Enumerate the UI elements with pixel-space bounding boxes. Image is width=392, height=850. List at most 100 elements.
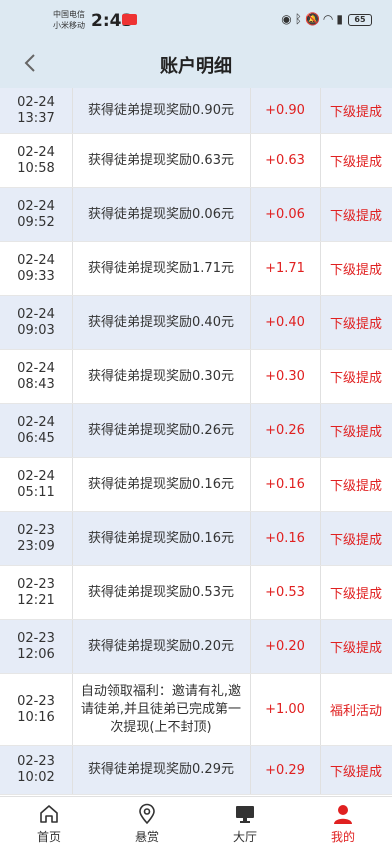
record-amount: +0.06 [265,207,305,222]
record-type: 下级提成 [329,155,382,170]
bottom-tab-bar: 首页 悬赏 大厅 我的 [0,796,392,850]
record-time: 12:21 [17,592,55,608]
record-description: 获得徒弟提现奖励0.26元 [88,422,234,438]
record-time: 09:52 [17,214,55,230]
record-description: 自动领取福利：邀请有礼,邀请徒弟,并且徒弟已完成第一次提现(上不封顶) [80,683,242,735]
record-date: 02-24 [17,198,55,214]
record-amount: +0.29 [265,762,305,778]
record-row: 02-24 09:03 获得徒弟提现奖励0.40元 +0.40 下级提成 [0,296,392,350]
battery-icon: 65 [348,14,372,26]
record-amount: +0.53 [265,585,305,600]
record-time: 08:43 [17,376,55,392]
carrier-1: 中国电信 [53,10,85,19]
tab-mine[interactable]: 我的 [294,797,392,850]
record-datetime: 02-24 08:43 [0,350,72,403]
record-type: 下级提成 [329,533,382,548]
record-time: 10:16 [17,709,55,725]
status-bar: 中国电信 小米移动 2:43 ◉ᛒ🔕◠▮ 65 [0,0,392,38]
record-date: 02-24 [17,252,55,268]
record-date: 02-23 [17,693,55,709]
record-type: 下级提成 [329,263,382,278]
record-date: 02-23 [17,522,55,538]
record-time: 23:09 [17,538,55,554]
record-time: 09:03 [17,322,55,338]
record-description: 获得徒弟提现奖励0.06元 [88,206,234,222]
record-description: 获得徒弟提现奖励0.40元 [88,314,234,330]
record-datetime: 02-24 09:03 [0,296,72,349]
record-datetime: 02-24 09:33 [0,242,72,295]
record-date: 02-23 [17,754,55,769]
user-icon [334,805,352,824]
record-row: 02-24 09:52 获得徒弟提现奖励0.06元 +0.06 下级提成 [0,188,392,242]
record-row: 02-24 06:45 获得徒弟提现奖励0.26元 +0.26 下级提成 [0,404,392,458]
record-date: 02-24 [17,414,55,430]
record-time: 05:11 [17,484,55,500]
tab-bounty-label: 悬赏 [134,830,159,844]
record-date: 02-24 [17,306,55,322]
home-icon [40,805,58,823]
tab-hall-label: 大厅 [232,830,257,844]
record-date: 02-23 [17,576,55,592]
record-amount: +1.71 [265,261,305,276]
record-amount: +0.90 [265,103,305,118]
record-row: 02-24 05:11 获得徒弟提现奖励0.16元 +0.16 下级提成 [0,458,392,512]
record-datetime: 02-23 23:09 [0,512,72,565]
record-type: 下级提成 [329,105,382,120]
record-type: 下级提成 [329,641,382,656]
location-pin-icon [139,803,155,825]
record-description: 获得徒弟提现奖励0.53元 [88,584,234,600]
record-row: 02-23 23:09 获得徒弟提现奖励0.16元 +0.16 下级提成 [0,512,392,566]
tab-home-label: 首页 [36,830,61,844]
record-date: 02-24 [17,144,55,160]
record-row: 02-23 10:02 获得徒弟提现奖励0.29元 +0.29 下级提成 [0,746,392,795]
eye-icon: ◉ [281,12,295,26]
record-datetime: 02-23 10:02 [0,746,72,794]
carrier-2: 小米移动 [53,21,85,30]
record-description: 获得徒弟提现奖励0.29元 [88,762,234,777]
record-description: 获得徒弟提现奖励0.63元 [88,152,234,168]
record-time: 13:37 [17,110,55,126]
record-datetime: 02-23 12:06 [0,620,72,673]
record-time: 06:45 [17,430,55,446]
record-type: 下级提成 [329,209,382,224]
tab-home[interactable]: 首页 [0,797,98,850]
record-date: 02-24 [17,468,55,484]
record-date: 02-24 [17,94,55,110]
record-row: 02-24 13:37 获得徒弟提现奖励0.90元 +0.90 下级提成 [0,88,392,134]
record-row: 02-23 10:16 自动领取福利：邀请有礼,邀请徒弟,并且徒弟已完成第一次提现(… [0,674,392,746]
account-records-list[interactable]: 02-24 13:37 获得徒弟提现奖励0.90元 +0.90 下级提成 02-24 10:… [0,88,392,796]
record-description: 获得徒弟提现奖励0.20元 [88,638,234,654]
record-datetime: 02-24 05:11 [0,458,72,511]
signal-icon: ▮ [336,12,346,26]
record-amount: +0.20 [265,639,305,654]
record-description: 获得徒弟提现奖励0.16元 [88,476,234,492]
record-amount: +0.40 [265,315,305,330]
record-time: 10:58 [17,160,55,176]
record-description: 获得徒弟提现奖励0.90元 [88,102,234,118]
record-description: 获得徒弟提现奖励1.71元 [88,260,234,276]
record-datetime: 02-24 09:52 [0,188,72,241]
record-amount: +0.16 [265,531,305,546]
record-time: 12:06 [17,646,55,662]
record-amount: +0.26 [265,423,305,438]
tab-hall[interactable]: 大厅 [196,797,294,850]
record-row: 02-23 12:06 获得徒弟提现奖励0.20元 +0.20 下级提成 [0,620,392,674]
record-row: 02-24 08:43 获得徒弟提现奖励0.30元 +0.30 下级提成 [0,350,392,404]
record-datetime: 02-23 12:21 [0,566,72,619]
record-time: 10:02 [17,770,55,785]
record-type: 下级提成 [329,587,382,602]
record-datetime: 02-24 13:37 [0,88,72,133]
notification-badge-icon [122,14,137,25]
tab-bounty[interactable]: 悬赏 [98,797,196,850]
record-description: 获得徒弟提现奖励0.16元 [88,530,234,546]
record-date: 02-23 [17,630,55,646]
bluetooth-icon: ᛒ [294,12,305,26]
record-type: 下级提成 [329,425,382,440]
record-amount: +0.16 [265,477,305,492]
record-description: 获得徒弟提现奖励0.30元 [88,368,234,384]
monitor-icon [236,806,254,823]
record-amount: +0.63 [265,153,305,168]
app-header: 账户明细 [0,38,392,88]
record-type: 下级提成 [329,371,382,386]
page-title: 账户明细 [160,56,232,77]
